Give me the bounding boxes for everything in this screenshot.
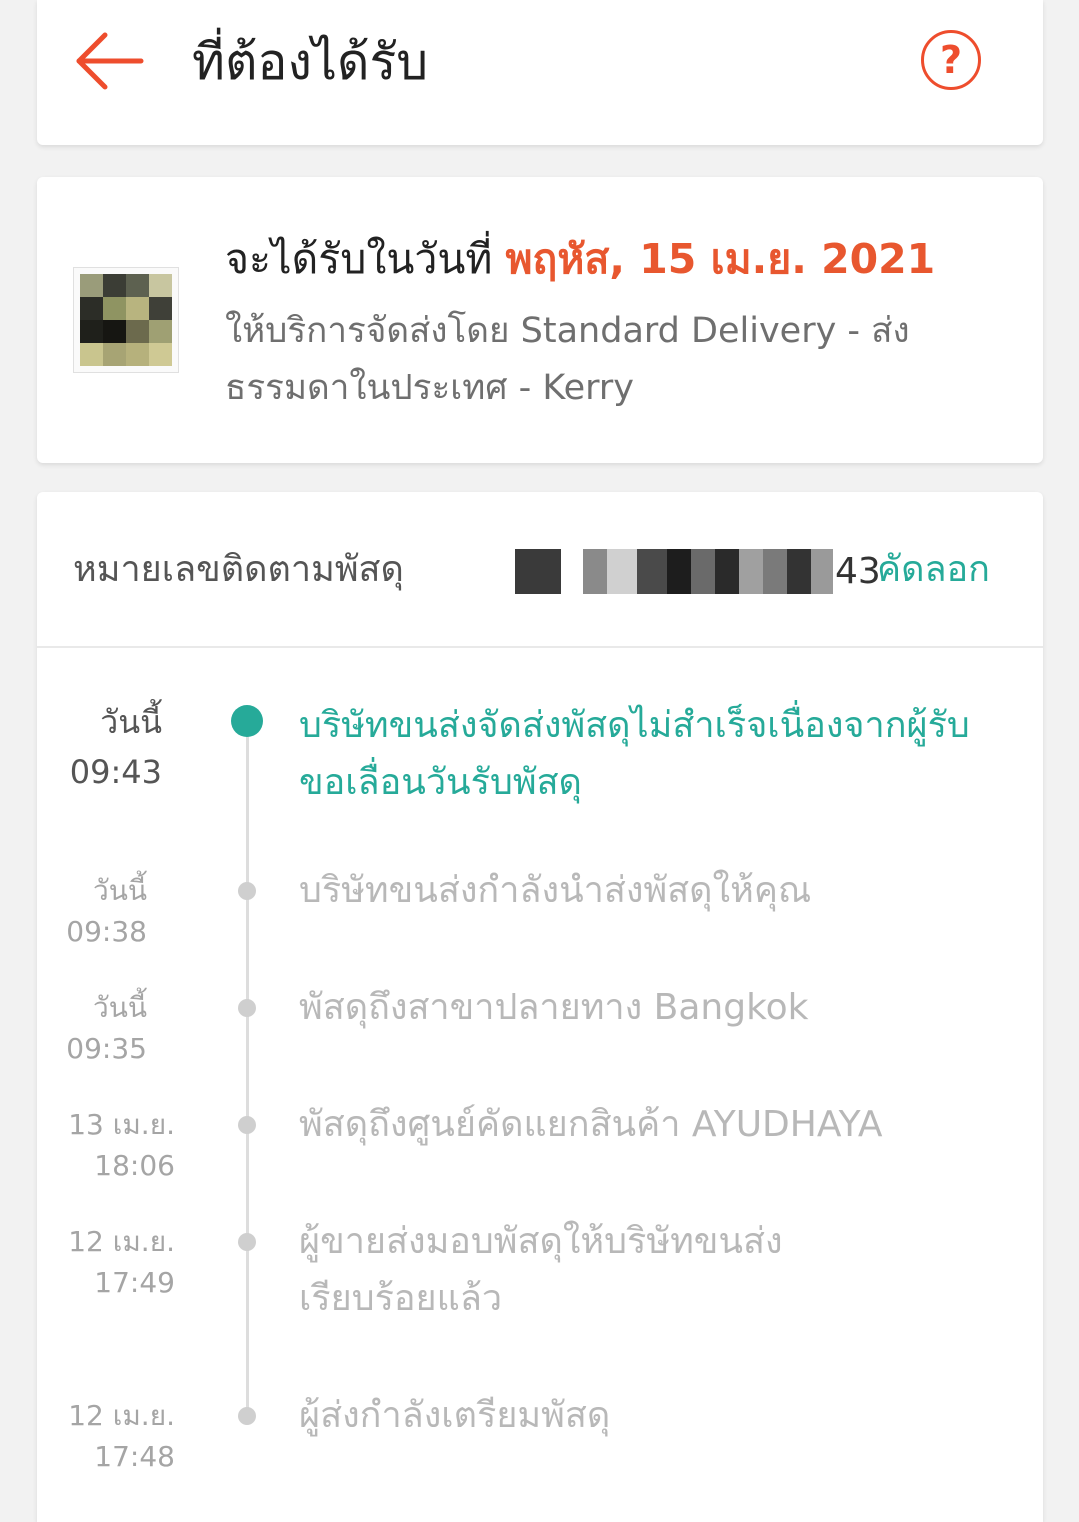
tracking-number-label: หมายเลขติดตามพัสดุ <box>73 549 404 590</box>
delivery-estimate-card[interactable]: จะได้รับในวันที่ พฤหัส, 15 เม.ย. 2021 ให… <box>37 177 1043 463</box>
event-day: วันนี้ <box>92 991 147 1024</box>
shipping-service: ให้บริการจัดส่งโดย Standard Delivery - ส… <box>225 311 910 408</box>
timeline-line <box>246 720 249 1420</box>
event-clock: 09:38 <box>66 915 147 948</box>
copy-button[interactable]: คัดลอก <box>877 542 990 598</box>
back-button[interactable] <box>75 30 145 92</box>
event-day: 13 เม.ย. <box>68 1108 175 1141</box>
arrow-left-icon <box>76 32 144 90</box>
event-clock: 18:06 <box>94 1149 175 1182</box>
event-description: พัสดุถึงสาขาปลายทาง Bangkok <box>299 987 809 1028</box>
event-description: บริษัทขนส่งจัดส่งพัสดุไม่สำเร็จเนื่องจาก… <box>299 705 970 803</box>
tracking-number-tail: 43 <box>835 551 881 592</box>
status-dot <box>238 882 256 900</box>
event-time: 12 เม.ย. 17:48 <box>57 1395 175 1477</box>
status-dot <box>238 1407 256 1425</box>
tracking-number-row: หมายเลขติดตามพัสดุ 43 คัดลอก <box>37 492 1043 648</box>
status-dot <box>238 1116 256 1134</box>
status-dot <box>238 999 256 1017</box>
question-circle-icon: ? <box>939 38 963 82</box>
event-clock: 09:35 <box>66 1032 147 1065</box>
status-dot <box>238 1233 256 1251</box>
product-thumbnail <box>73 267 179 373</box>
estimated-delivery: จะได้รับในวันที่ พฤหัส, 15 เม.ย. 2021 <box>225 227 935 291</box>
event-time: วันนี้ 09:35 <box>57 987 147 1069</box>
estimate-prefix: จะได้รับในวันที่ <box>225 235 506 283</box>
page-title: ที่ต้องได้รับ <box>192 33 429 91</box>
event-clock: 17:49 <box>94 1266 175 1299</box>
tracking-number-redacted <box>515 549 843 594</box>
status-dot <box>231 705 263 737</box>
tracking-card: หมายเลขติดตามพัสดุ 43 คัดลอก วันนี้ 09:4… <box>37 492 1043 1522</box>
event-time: วันนี้ 09:38 <box>57 870 147 952</box>
help-button[interactable]: ? <box>921 30 981 90</box>
event-time: 13 เม.ย. 18:06 <box>57 1104 175 1186</box>
event-description: ผู้ส่งกำลังเตรียมพัสดุ <box>299 1395 611 1436</box>
event-time: วันนี้ 09:43 <box>57 697 162 797</box>
event-description: บริษัทขนส่งกำลังนำส่งพัสดุให้คุณ <box>299 870 812 911</box>
pixelated-image <box>80 274 172 366</box>
event-description: ผู้ขายส่งมอบพัสดุให้บริษัทขนส่งเรียบร้อย… <box>299 1221 783 1319</box>
event-day: 12 เม.ย. <box>68 1225 175 1258</box>
event-day: 12 เม.ย. <box>68 1399 175 1432</box>
event-clock: 17:48 <box>94 1440 175 1473</box>
event-day: วันนี้ <box>92 874 147 907</box>
event-day: วันนี้ <box>100 703 162 741</box>
event-clock: 09:43 <box>69 753 162 791</box>
event-time: 12 เม.ย. 17:49 <box>57 1221 175 1303</box>
event-description: พัสดุถึงศูนย์คัดแยกสินค้า AYUDHAYA <box>299 1104 883 1145</box>
top-bar: ที่ต้องได้รับ ? <box>37 0 1043 145</box>
estimate-date: พฤหัส, 15 เม.ย. 2021 <box>505 235 936 283</box>
